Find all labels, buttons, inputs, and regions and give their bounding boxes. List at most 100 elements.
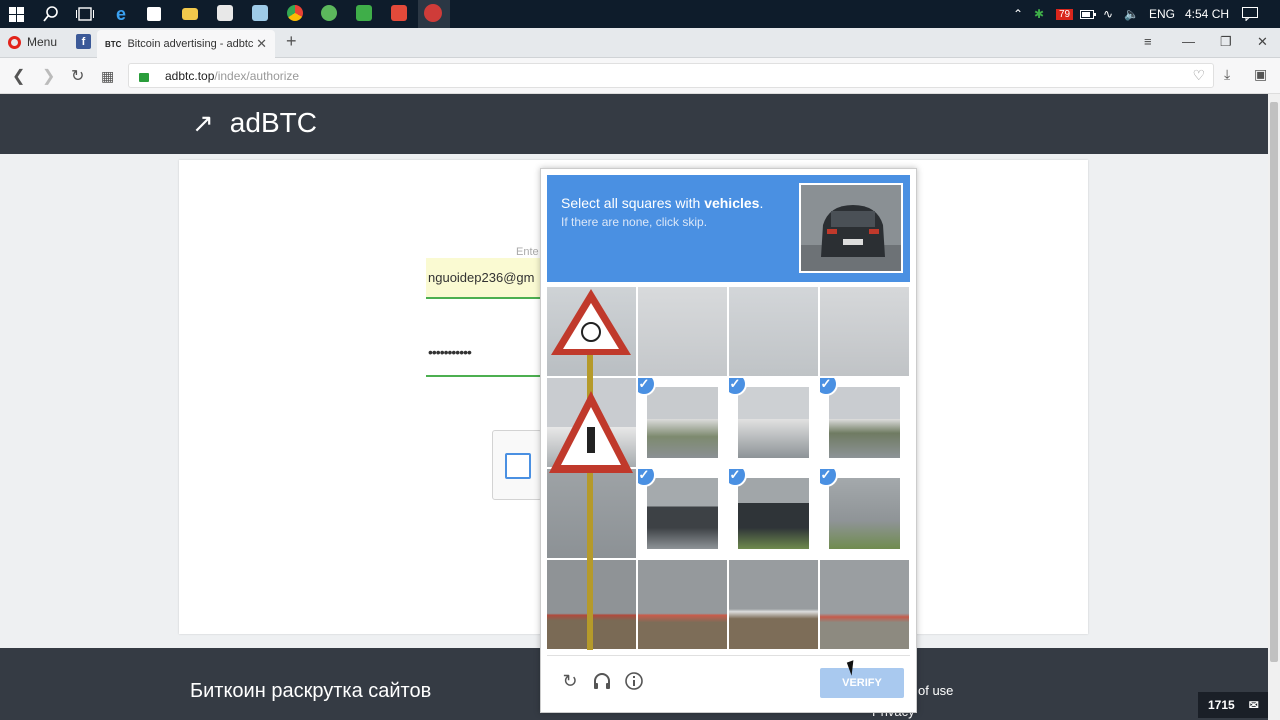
close-window-icon[interactable]: ✕ [1257, 34, 1268, 50]
verify-button[interactable]: VERIFY [820, 668, 904, 698]
address-toolbar: ❮ ❯ ↻ ▦ adbtc.top/index/authorize ♡ ⤓ ▣ [0, 58, 1280, 94]
new-tab-button[interactable]: + [286, 31, 297, 52]
explorer-icon[interactable] [182, 8, 198, 20]
captcha-tile[interactable] [729, 287, 818, 376]
captcha-tile[interactable] [820, 287, 909, 376]
edge-icon[interactable]: e [111, 4, 131, 24]
email-label: Ente [516, 246, 539, 258]
tile-image [647, 387, 718, 458]
captcha-tile[interactable] [547, 560, 636, 649]
tile-image [829, 478, 900, 549]
email-field[interactable]: nguoidep236@gm [426, 258, 544, 299]
lock-icon [139, 73, 149, 82]
bookmark-heart-icon[interactable]: ♡ [1192, 67, 1205, 84]
captcha-tile[interactable]: ✓ [638, 378, 727, 467]
battery-icon[interactable] [1080, 0, 1096, 28]
password-field[interactable]: ••••••••••• [426, 340, 544, 377]
footer-title: Биткоин раскрутка сайтов [190, 680, 432, 702]
tile-image [820, 287, 909, 376]
tile-image [638, 560, 727, 649]
captcha-tile[interactable] [638, 287, 727, 376]
captcha-tile[interactable] [547, 378, 636, 467]
url-path: /index/authorize [214, 68, 300, 83]
task-view-icon[interactable] [75, 4, 95, 24]
recaptcha-anchor [492, 430, 542, 500]
captcha-tile[interactable] [547, 469, 636, 558]
browser-tab-strip: Menu f BTC Bitcoin advertising - adbtc ✕… [0, 28, 1280, 58]
captcha-tile[interactable]: ✓ [820, 378, 909, 467]
download-icon[interactable]: ⤓ [1224, 66, 1230, 83]
info-icon[interactable] [623, 670, 645, 692]
tab-menu-icon[interactable]: ≡ [1144, 34, 1152, 49]
tile-image [738, 387, 809, 458]
tile-image [647, 478, 718, 549]
active-app-highlight [418, 0, 450, 28]
captcha-tile[interactable]: ✓ [729, 378, 818, 467]
search-icon[interactable] [41, 4, 61, 24]
tile-image [547, 287, 636, 376]
challenge-subtitle: If there are none, click skip. [561, 215, 708, 229]
clock[interactable]: 4:54 CH [1185, 0, 1229, 28]
app-green-icon[interactable] [321, 5, 337, 21]
captcha-tile[interactable]: ✓ [729, 469, 818, 558]
tab-title: Bitcoin advertising - adbtc [127, 38, 254, 50]
app-icon[interactable] [217, 5, 233, 21]
snapshot-icon[interactable]: ▣ [1254, 66, 1267, 83]
speed-dial-icon[interactable]: ▦ [101, 68, 114, 85]
opera-logo-icon [8, 35, 21, 49]
site-header [0, 94, 1268, 154]
menu-label: Menu [27, 35, 58, 49]
challenge-keyword: vehicles [704, 195, 760, 211]
app-green2-icon[interactable] [356, 5, 372, 21]
challenge-footer: ↻ VERIFY [547, 655, 910, 709]
recaptcha-checkbox[interactable] [505, 453, 531, 479]
restore-icon[interactable]: ❐ [1220, 34, 1232, 50]
status-counter: 1715 ✉ [1198, 692, 1268, 718]
app-red-icon[interactable] [391, 5, 407, 21]
tile-image [729, 560, 818, 649]
url-host: adbtc.top [165, 68, 215, 83]
notes-icon[interactable] [252, 5, 268, 21]
captcha-tile[interactable] [547, 287, 636, 376]
tray-badge[interactable]: 79 [1056, 8, 1074, 20]
logo-text: adBTC [229, 107, 317, 138]
address-input[interactable]: adbtc.top/index/authorize ♡ [128, 63, 1214, 88]
challenge-grid: ✓ ✓ ✓ ✓ ✓ ✓ [547, 287, 910, 650]
tile-image [547, 560, 636, 649]
tile-image [638, 287, 727, 376]
captcha-tile[interactable]: ✓ [638, 469, 727, 558]
wifi-icon[interactable]: ∿ [1103, 0, 1113, 28]
captcha-tile[interactable] [729, 560, 818, 649]
tray-chevron-icon[interactable]: ⌃ [1013, 0, 1023, 28]
reload-icon[interactable]: ↻ [559, 670, 581, 692]
back-icon[interactable]: ❮ [12, 66, 25, 86]
facebook-tab-icon[interactable]: f [76, 34, 91, 49]
footer-terms-link[interactable]: of use [918, 683, 953, 698]
tile-image [820, 560, 909, 649]
opera-menu-button[interactable]: Menu [8, 35, 57, 49]
captcha-tile[interactable] [638, 560, 727, 649]
headphones-icon[interactable] [591, 670, 613, 692]
page-scrollbar[interactable] [1268, 94, 1280, 720]
sample-car-image [799, 183, 903, 273]
captcha-tile[interactable]: ✓ [820, 469, 909, 558]
chrome-icon[interactable] [287, 5, 303, 21]
windows-start-icon[interactable] [6, 4, 26, 24]
captcha-tile[interactable] [820, 560, 909, 649]
language-indicator[interactable]: ENG [1149, 0, 1175, 28]
forward-icon[interactable]: ❯ [42, 66, 55, 86]
close-tab-icon[interactable]: ✕ [256, 36, 267, 52]
chat-icon[interactable]: ✉ [1249, 698, 1259, 712]
notifications-icon[interactable] [1242, 0, 1258, 28]
volume-icon[interactable]: 🔈 [1124, 0, 1139, 28]
scrollbar-thumb[interactable] [1270, 102, 1278, 662]
tile-image [829, 387, 900, 458]
tray-app-icon[interactable]: ✱ [1034, 0, 1044, 28]
btc-favicon-icon: BTC [105, 39, 122, 49]
minimize-icon[interactable]: — [1182, 34, 1195, 49]
reload-page-icon[interactable]: ↻ [71, 66, 84, 86]
recaptcha-challenge: Select all squares with vehicles. If the… [540, 168, 917, 713]
store-icon[interactable] [147, 7, 161, 21]
site-logo[interactable]: ↗ adBTC [192, 107, 317, 139]
tab-bitcoin-advertising[interactable]: BTC Bitcoin advertising - adbtc ✕ [97, 30, 275, 58]
